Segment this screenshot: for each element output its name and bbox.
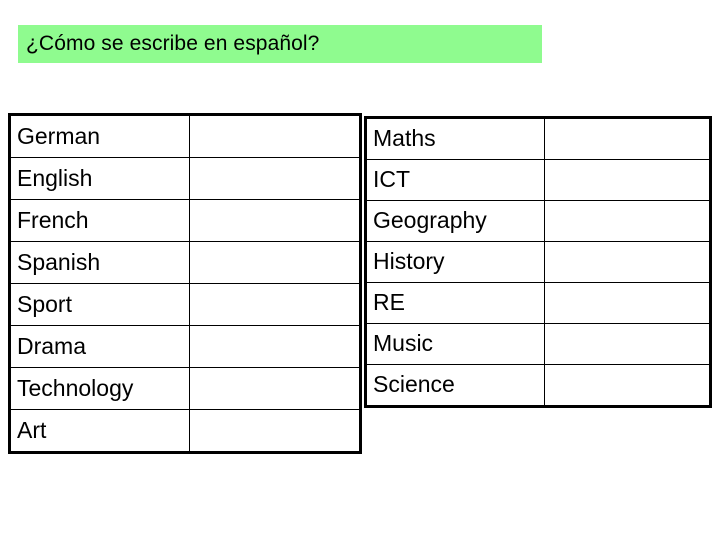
answer-cell[interactable] xyxy=(188,367,362,410)
table-row: Geography xyxy=(365,200,712,242)
answer-cell[interactable] xyxy=(188,283,362,326)
subject-label-cell: Geography xyxy=(365,200,545,242)
answer-cell[interactable] xyxy=(188,157,362,200)
subject-label-cell: Drama xyxy=(9,325,190,368)
subject-label: Technology xyxy=(17,374,134,401)
answer-cell[interactable] xyxy=(543,200,712,242)
table-row: Spanish xyxy=(9,241,362,284)
table-row: Technology xyxy=(9,367,362,410)
answer-cell[interactable] xyxy=(188,114,362,158)
table-row: Music xyxy=(365,323,712,365)
table-row: Science xyxy=(365,364,712,407)
subject-label: Maths xyxy=(373,125,436,151)
subject-label: Sport xyxy=(17,290,72,317)
table-row: Sport xyxy=(9,283,362,326)
table-row: Art xyxy=(9,409,362,453)
answer-cell[interactable] xyxy=(543,159,712,201)
answer-cell[interactable] xyxy=(543,282,712,324)
answer-cell[interactable] xyxy=(543,323,712,365)
subject-label: Music xyxy=(373,330,434,356)
subject-label-cell: English xyxy=(9,157,190,200)
right-subject-table: Maths ICT Geography History RE Music Science xyxy=(364,116,712,408)
subject-label-cell: Maths xyxy=(365,117,545,160)
subject-label-cell: ICT xyxy=(365,159,545,201)
table-row: RE xyxy=(365,282,712,324)
subject-label-cell: RE xyxy=(365,282,545,324)
subject-label: Science xyxy=(373,371,455,397)
answer-cell[interactable] xyxy=(188,199,362,242)
subject-label: English xyxy=(17,164,93,191)
subject-label-cell: Science xyxy=(365,364,545,407)
subject-label: History xyxy=(373,248,445,274)
answer-cell[interactable] xyxy=(188,325,362,368)
table-row: Maths xyxy=(365,117,712,160)
table-row: German xyxy=(9,114,362,158)
subject-label-cell: Technology xyxy=(9,367,190,410)
page-title: ¿Cómo se escribe en español? xyxy=(26,32,320,55)
answer-cell[interactable] xyxy=(543,241,712,283)
subject-label-cell: Music xyxy=(365,323,545,365)
subject-label-cell: French xyxy=(9,199,190,242)
subject-label: Drama xyxy=(17,332,87,359)
subject-label-cell: Art xyxy=(9,409,190,453)
answer-cell[interactable] xyxy=(543,364,712,407)
table-row: History xyxy=(365,241,712,283)
subject-label-cell: History xyxy=(365,241,545,283)
subject-label: Spanish xyxy=(17,248,101,275)
answer-cell[interactable] xyxy=(543,117,712,160)
answer-cell[interactable] xyxy=(188,241,362,284)
subject-label: Art xyxy=(17,416,47,443)
subject-label: French xyxy=(17,206,89,233)
subject-label-cell: German xyxy=(9,114,190,158)
subject-label-cell: Spanish xyxy=(9,241,190,284)
subject-label-cell: Sport xyxy=(9,283,190,326)
left-subject-table: German English French Spanish Sport Drama Tech… xyxy=(8,113,362,454)
subject-label: German xyxy=(17,122,101,149)
table-row: Drama xyxy=(9,325,362,368)
answer-cell[interactable] xyxy=(188,409,362,453)
table-row: French xyxy=(9,199,362,242)
subject-label: RE xyxy=(373,289,405,315)
subject-label: Geography xyxy=(373,207,487,233)
subject-label: ICT xyxy=(373,166,411,192)
table-row: English xyxy=(9,157,362,200)
table-row: ICT xyxy=(365,159,712,201)
